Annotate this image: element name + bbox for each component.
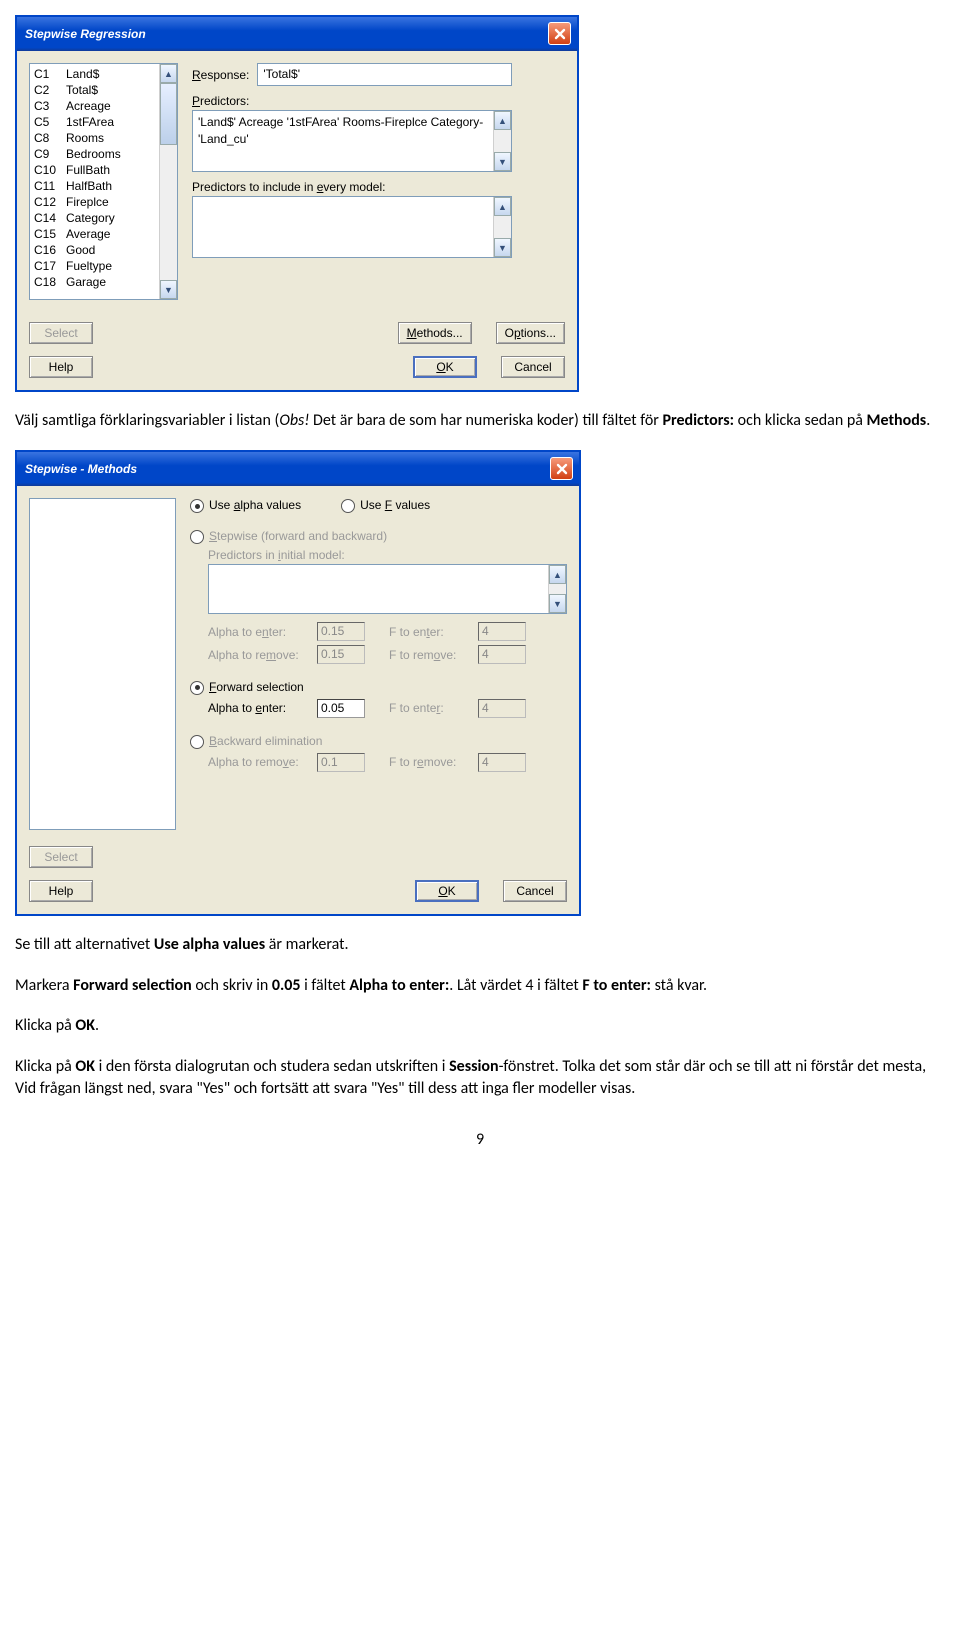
list-item[interactable]: C18Garage (32, 274, 157, 290)
list-item[interactable]: C3Acreage (32, 98, 157, 114)
close-icon[interactable] (550, 457, 573, 480)
sw-alpha-remove-label: Alpha to remove: (208, 648, 303, 662)
scroll-thumb[interactable] (160, 83, 177, 145)
paragraph-3: Markera Forward selection och skriv in 0… (15, 975, 945, 997)
sw-alpha-enter-input: 0.15 (317, 622, 365, 641)
list-item[interactable]: C17Fueltype (32, 258, 157, 274)
sw-alpha-enter-label: Alpha to enter: (208, 625, 303, 639)
list-item[interactable]: C2Total$ (32, 82, 157, 98)
paragraph-5: Klicka på OK i den första dialogrutan oc… (15, 1056, 945, 1101)
page-number: 9 (15, 1130, 945, 1149)
list-item[interactable]: C10FullBath (32, 162, 157, 178)
scroll-down-icon[interactable]: ▼ (494, 238, 511, 257)
scroll-up-icon: ▲ (549, 565, 566, 584)
ok-button[interactable]: OK (415, 880, 479, 902)
cancel-button[interactable]: Cancel (503, 880, 567, 902)
include-label: Predictors to include in every model: (192, 180, 512, 194)
empty-listbox[interactable] (29, 498, 176, 830)
fw-alpha-enter-label: Alpha to enter: (208, 701, 303, 715)
list-item[interactable]: C15Average (32, 226, 157, 242)
help-button[interactable]: Help (29, 356, 93, 378)
sw-f-enter-label: F to enter: (389, 625, 464, 639)
bw-alpha-remove-label: Alpha to remove: (208, 755, 303, 769)
select-button: Select (29, 322, 93, 344)
sw-alpha-remove-input: 0.15 (317, 645, 365, 664)
stepwise-methods-dialog: Stepwise - Methods Use alpha values Use … (15, 450, 581, 916)
list-item[interactable]: C12Fireplce (32, 194, 157, 210)
stepwise-radio[interactable]: Stepwise (forward and backward) (190, 529, 387, 543)
predictors-input[interactable]: 'Land$' Acreage '1stFArea' Rooms-Fireplc… (192, 110, 512, 172)
backward-radio[interactable]: Backward elimination (190, 734, 322, 748)
list-item[interactable]: C51stFArea (32, 114, 157, 130)
scroll-up-icon[interactable]: ▲ (494, 197, 511, 216)
response-input[interactable]: 'Total$' (257, 63, 512, 86)
scroll-up-icon[interactable]: ▲ (160, 64, 177, 83)
bw-f-remove-input: 4 (478, 753, 526, 772)
list-item[interactable]: C14Category (32, 210, 157, 226)
select-button: Select (29, 846, 93, 868)
predictors-initial-label: Predictors in initial model: (208, 548, 567, 562)
use-f-radio[interactable]: Use F values (341, 498, 430, 513)
include-input[interactable]: ▲ ▼ (192, 196, 512, 258)
scroll-down-icon: ▼ (549, 594, 566, 613)
methods-button[interactable]: Methods... (398, 322, 472, 344)
cancel-button[interactable]: Cancel (501, 356, 565, 378)
column-listbox[interactable]: C1Land$C2Total$C3AcreageC51stFAreaC8Room… (29, 63, 178, 300)
include-text (193, 197, 493, 257)
paragraph-1: Välj samtliga förklaringsvariabler i lis… (15, 410, 945, 432)
sw-f-remove-input: 4 (478, 645, 526, 664)
bw-alpha-remove-input: 0.1 (317, 753, 365, 772)
options-button[interactable]: Options... (496, 322, 565, 344)
bw-f-remove-label: F to remove: (389, 755, 464, 769)
list-item[interactable]: C11HalfBath (32, 178, 157, 194)
list-item[interactable]: C16Good (32, 242, 157, 258)
list-item[interactable]: C9Bedrooms (32, 146, 157, 162)
titlebar: Stepwise Regression (17, 17, 577, 51)
close-icon[interactable] (548, 22, 571, 45)
use-alpha-radio[interactable]: Use alpha values (190, 498, 301, 513)
scroll-up-icon[interactable]: ▲ (494, 111, 511, 130)
predictors-label: Predictors: (192, 94, 512, 108)
fw-f-enter-input: 4 (478, 699, 526, 718)
sw-f-enter-input: 4 (478, 622, 526, 641)
scroll-down-icon[interactable]: ▼ (494, 152, 511, 171)
fw-alpha-enter-input[interactable]: 0.05 (317, 699, 365, 718)
ok-button[interactable]: OK (413, 356, 477, 378)
forward-radio[interactable]: Forward selection (190, 680, 304, 694)
dialog-title: Stepwise Regression (25, 27, 146, 41)
list-item[interactable]: C1Land$ (32, 66, 157, 82)
fw-f-enter-label: F to enter: (389, 701, 464, 715)
help-button[interactable]: Help (29, 880, 93, 902)
paragraph-2: Se till att alternativet Use alpha value… (15, 934, 945, 956)
titlebar: Stepwise - Methods (17, 452, 579, 486)
initial-model-input: ▲ ▼ (208, 564, 567, 614)
sw-f-remove-label: F to remove: (389, 648, 464, 662)
response-label: Response: (192, 68, 249, 82)
list-item[interactable]: C8Rooms (32, 130, 157, 146)
dialog-title: Stepwise - Methods (25, 462, 137, 476)
predictors-text: 'Land$' Acreage '1stFArea' Rooms-Fireplc… (193, 111, 493, 171)
paragraph-4: Klicka på OK. (15, 1015, 945, 1037)
stepwise-regression-dialog: Stepwise Regression C1Land$C2Total$C3Acr… (15, 15, 579, 392)
scroll-down-icon[interactable]: ▼ (160, 280, 177, 299)
